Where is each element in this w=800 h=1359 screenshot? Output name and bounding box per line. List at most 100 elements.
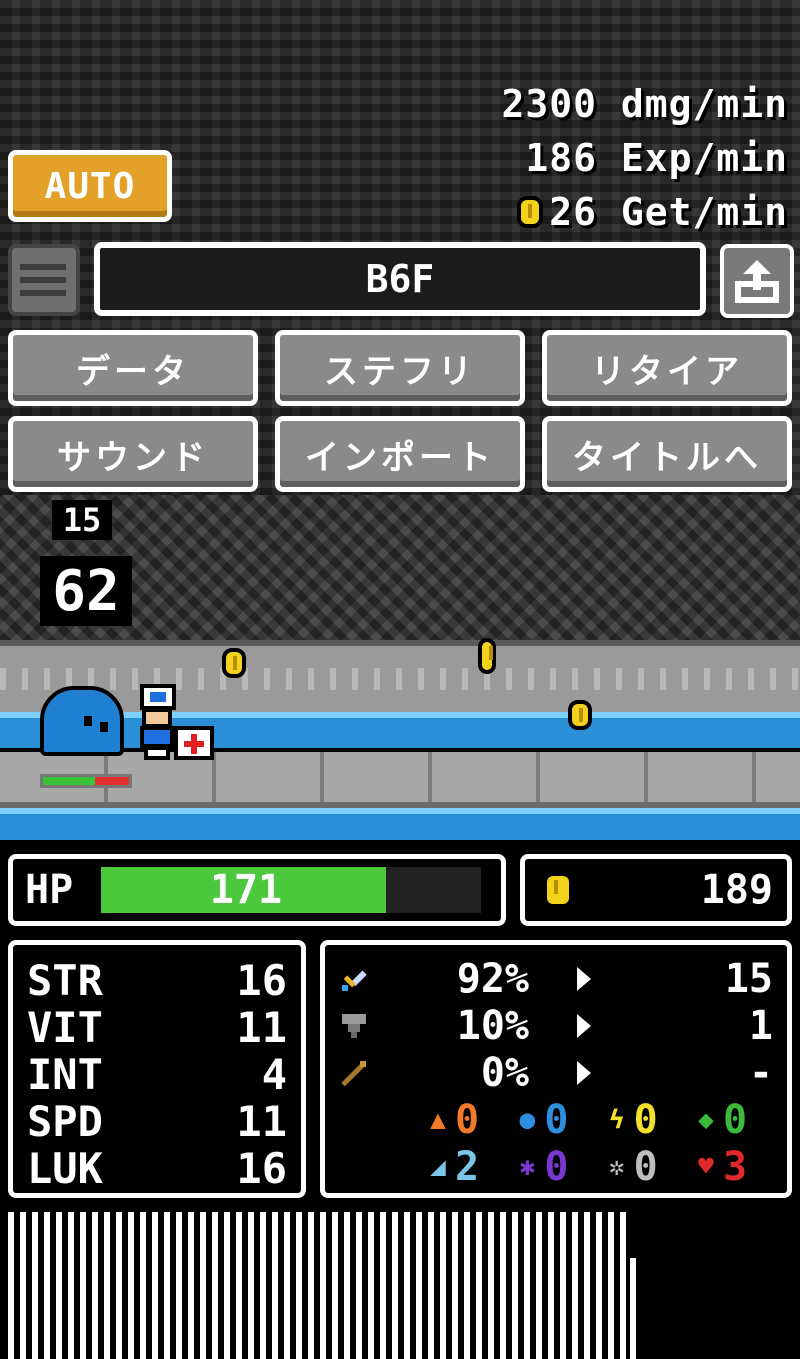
hero-body — [140, 726, 174, 748]
arrow-right-icon — [577, 1013, 591, 1038]
ice-element: ◢ 2 — [425, 1144, 505, 1190]
log-stripe-tail — [630, 1258, 636, 1359]
wind-element: ◆ 0 — [693, 1097, 773, 1143]
slime-eye — [84, 716, 92, 726]
stat-name: STR — [27, 956, 103, 1005]
light-element: ✲ 0 — [604, 1144, 684, 1190]
share-button[interactable] — [720, 244, 794, 318]
enemy-hp-fill — [43, 777, 95, 785]
stat-row-vit: VIT 11 — [27, 1004, 287, 1051]
shield-icon — [339, 1011, 369, 1041]
hp-value: 171 — [209, 867, 283, 913]
stat-row-spd: SPD 11 — [27, 1098, 287, 1145]
thunder-element: ϟ0 — [604, 1097, 684, 1143]
gold-rate-text: 26 Get/min — [549, 190, 788, 234]
coin-icon — [478, 638, 496, 674]
equip-row-shield: 10% 1 — [339, 1002, 773, 1049]
element-row-2: ◢ 2 ✱ 0 ✲ 0 ♥ 3 — [339, 1143, 773, 1190]
equipment-panel: 92% 15 10% 1 0% - ▲ 0 ● 0 ϟ0 ◆ 0 ◢ 2 ✱ 0 ✲ 0 ♥… — [320, 940, 792, 1198]
enemy-hp-bar — [40, 774, 132, 788]
element-value: 0 — [544, 1143, 569, 1190]
equip-count: - — [748, 1049, 773, 1096]
stat-value: 16 — [236, 956, 287, 1005]
exp-rate: 186 Exp/min — [525, 136, 788, 180]
dark-icon: ✱ — [519, 1151, 536, 1182]
track-upper — [0, 640, 800, 712]
water-element: ● 0 — [514, 1097, 594, 1143]
hp-panel: HP 171 — [8, 854, 506, 926]
hp-label: HP — [25, 867, 74, 913]
stat-value: 16 — [236, 1144, 287, 1193]
track-rail — [0, 668, 800, 690]
list-icon — [20, 264, 66, 270]
stat-row-int: INT 4 — [27, 1051, 287, 1098]
equip-percent: 0% — [480, 1049, 529, 1096]
stat-value: 11 — [236, 1003, 287, 1052]
gold-panel: 189 — [520, 854, 792, 926]
ice-icon: ◢ — [430, 1151, 446, 1182]
hero-legs — [144, 746, 170, 760]
upload-icon — [735, 260, 779, 303]
gold-value: 189 — [700, 867, 773, 913]
element-value: 0 — [633, 1096, 658, 1143]
coin-icon — [543, 872, 573, 908]
hero-face — [142, 708, 172, 728]
hp-bar: 171 — [101, 867, 481, 913]
stat-name: LUK — [27, 1144, 103, 1193]
staff-icon — [339, 1058, 369, 1088]
enemy-hp-lost — [94, 777, 129, 785]
equip-percent: 92% — [456, 955, 529, 1002]
list-menu-button[interactable] — [8, 244, 80, 316]
coin-icon — [517, 196, 544, 228]
arrow-right-icon — [577, 1060, 591, 1085]
element-value: 0 — [722, 1096, 748, 1143]
arrow-right-icon — [577, 966, 591, 991]
slime-enemy — [40, 686, 124, 756]
dark-element: ✱ 0 — [514, 1144, 594, 1190]
fire-icon: ▲ — [430, 1104, 446, 1135]
equip-row-sword: 92% 15 — [339, 955, 773, 1002]
import-button[interactable]: インポート — [275, 416, 525, 492]
stat-value: 11 — [236, 1097, 287, 1146]
stat-free-button[interactable]: ステフリ — [275, 330, 525, 406]
element-row-1: ▲ 0 ● 0 ϟ0 ◆ 0 — [339, 1096, 773, 1143]
equip-percent: 10% — [456, 1002, 529, 1049]
floor-indicator: B6F — [94, 242, 706, 316]
stat-name: SPD — [27, 1097, 103, 1146]
heart-element: ♥ 3 — [693, 1144, 773, 1190]
stat-name: INT — [27, 1050, 103, 1099]
element-value: 3 — [722, 1143, 748, 1190]
damage-rate: 2300 dmg/min — [501, 82, 788, 126]
water-channel-lower — [0, 808, 800, 840]
sword-icon — [339, 964, 369, 994]
retire-button[interactable]: リタイア — [542, 330, 792, 406]
coin-icon — [222, 648, 246, 678]
auto-button[interactable]: AUTO — [8, 150, 172, 222]
water-icon: ● — [519, 1104, 536, 1135]
stat-row-str: STR 16 — [27, 957, 287, 1004]
hero-helmet — [140, 684, 176, 710]
element-value: 0 — [544, 1096, 569, 1143]
equip-count: 1 — [748, 1002, 773, 1049]
log-stripes — [8, 1212, 628, 1359]
stat-name: VIT — [27, 1003, 103, 1052]
thunder-icon: ϟ — [608, 1104, 625, 1135]
element-value: 0 — [633, 1143, 658, 1190]
coin-icon — [568, 700, 592, 730]
list-icon-bar — [20, 277, 66, 283]
gold-rate: 26 Get/min — [517, 190, 788, 234]
stat-row-luk: LUK 16 — [27, 1145, 287, 1192]
small-counter: 15 — [52, 500, 112, 540]
stats-panel: STR 16 VIT 11 INT 4 SPD 11 LUK 16 — [8, 940, 306, 1198]
equip-count: 15 — [724, 955, 773, 1002]
light-icon: ✲ — [608, 1151, 625, 1182]
sound-button[interactable]: サウンド — [8, 416, 258, 492]
cross-shield-icon — [174, 726, 214, 760]
slime-eye — [100, 722, 108, 732]
element-value: 2 — [455, 1143, 480, 1190]
data-button[interactable]: データ — [8, 330, 258, 406]
title-button[interactable]: タイトルへ — [542, 416, 792, 492]
list-icon-bar — [20, 290, 66, 296]
element-value: 0 — [455, 1096, 480, 1143]
fire-element: ▲ 0 — [425, 1097, 505, 1143]
